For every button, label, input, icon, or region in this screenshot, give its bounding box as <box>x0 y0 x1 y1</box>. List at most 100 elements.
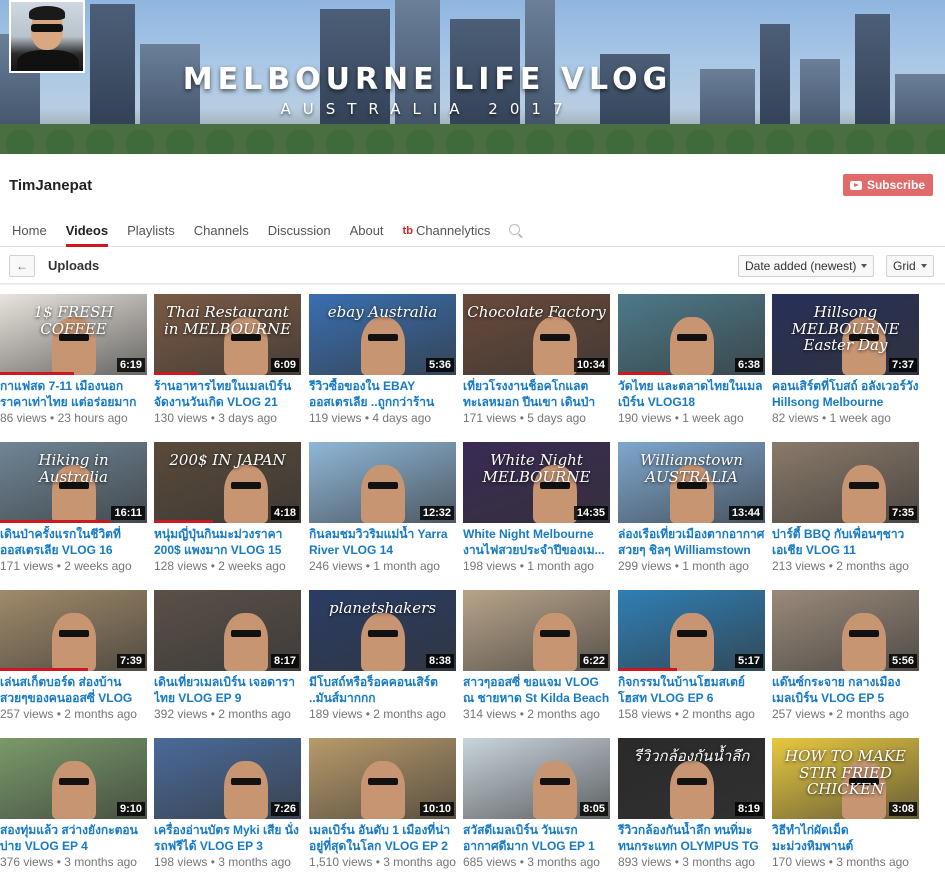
tab-playlists[interactable]: Playlists <box>127 214 175 247</box>
video-card[interactable]: 5:56 แด๊นซ์กระจาย กลางเมืองเมลเบิร์น VLOG… <box>772 590 919 722</box>
tab-channels[interactable]: Channels <box>194 214 249 247</box>
sort-dropdown[interactable]: Date added (newest) <box>738 255 875 277</box>
video-card[interactable]: Thai Restaurant in MELBOURNE 6:09 ร้านอาหา… <box>154 294 301 426</box>
tab-about[interactable]: About <box>350 214 384 247</box>
video-thumbnail[interactable]: ebay Australia 5:36 <box>309 294 456 375</box>
video-thumbnail[interactable]: Thai Restaurant in MELBOURNE 6:09 <box>154 294 301 375</box>
tab-discussion[interactable]: Discussion <box>268 214 331 247</box>
channel-search-button[interactable] <box>509 214 521 247</box>
video-thumbnail[interactable]: Williamstown AUSTRALIA 13:44 <box>618 442 765 523</box>
video-card[interactable]: 6:38 วัดไทย และตลาดไทยในเมลเบิร์น VLOG18 1… <box>618 294 765 426</box>
video-thumbnail[interactable]: 9:10 <box>0 738 147 819</box>
video-thumbnail[interactable]: 5:56 <box>772 590 919 671</box>
video-card[interactable]: 9:10 สองทุ่มแล้ว สว่างยังกะตอนบ่าย VLOG E… <box>0 738 147 870</box>
video-title-link[interactable]: เล่นสเก็ตบอร์ด ส่องบ้านสวยๆของคนออสซี่ V… <box>0 674 147 706</box>
video-thumbnail[interactable]: White Night MELBOURNE 14:35 <box>463 442 610 523</box>
video-title-link[interactable]: กินลมชมวิวริมแม่น้ำ Yarra River VLOG 14 <box>309 526 456 558</box>
video-thumbnail[interactable]: รีวิวกล้องกันน้ำลึก 8:19 <box>618 738 765 819</box>
video-title-link[interactable]: รีวิวซื้อของใน EBAY ออสเตรเลีย ..ถูกกว่า… <box>309 378 456 410</box>
video-title-link[interactable]: กิจกรรมในบ้านโฮมสเตย์ โฮสท VLOG EP 6 <box>618 674 765 706</box>
video-title-link[interactable]: White Night Melbourne งานไฟสวยประจำปีของ… <box>463 526 610 558</box>
video-title-link[interactable]: คอนเสิร์ตที่โบสถ์ อลังเวอร์วัง Hillsong … <box>772 378 919 410</box>
meta-separator: • <box>207 559 219 573</box>
upload-age: 2 months ago <box>527 707 600 721</box>
video-card[interactable]: 7:35 ปาร์ตี้ BBQ กับเพื่อนๆชาวเอเชีย VLOG… <box>772 442 919 574</box>
video-thumbnail[interactable]: 8:17 <box>154 590 301 671</box>
thumbnail-person <box>533 761 577 819</box>
view-count: 171 views <box>0 559 54 573</box>
upload-age: 3 months ago <box>64 855 137 869</box>
thumbnail-person <box>842 613 886 671</box>
video-title-link[interactable]: เดินเที่ยวเมลเบิร์น เจอดาราไทย VLOG EP 9 <box>154 674 301 706</box>
video-card[interactable]: 12:32 กินลมชมวิวริมแม่น้ำ Yarra River VLO… <box>309 442 456 574</box>
video-card[interactable]: Hiking in Australia 16:11 เดินป่าครั้งแรกใ… <box>0 442 147 574</box>
video-title-link[interactable]: วัดไทย และตลาดไทยในเมลเบิร์น VLOG18 <box>618 378 765 410</box>
video-card[interactable]: 200$ IN JAPAN 4:18 หนุ่มญี่ปุ่นกินมะม่วงรา… <box>154 442 301 574</box>
video-card[interactable]: 7:39 เล่นสเก็ตบอร์ด ส่องบ้านสวยๆของคนออสซ… <box>0 590 147 722</box>
view-label: Grid <box>893 259 916 273</box>
video-title-link[interactable]: สวัสดีเมลเบิร์น วันแรกอากาศดีมาก VLOG EP… <box>463 822 610 854</box>
video-thumbnail[interactable]: Hiking in Australia 16:11 <box>0 442 147 523</box>
video-title-link[interactable]: รีวิวกล้องกันน้ำลึก ทนทิ่มะทนกระแทก OLYM… <box>618 822 765 854</box>
video-thumbnail[interactable]: 7:35 <box>772 442 919 523</box>
back-button[interactable]: ← <box>9 255 35 277</box>
video-card[interactable]: Williamstown AUSTRALIA 13:44 ล่องเรือเที่ย… <box>618 442 765 574</box>
video-card[interactable]: Chocolate Factory 10:34 เที่ยวโรงงานช็อคโก… <box>463 294 610 426</box>
video-thumbnail[interactable]: 10:10 <box>309 738 456 819</box>
video-title-link[interactable]: เครื่องอ่านบัตร Myki เสีย นั่งรถฟรีได้ V… <box>154 822 301 854</box>
video-card[interactable]: 10:10 เมลเบิร์น อันดับ 1 เมืองที่น่าอยู่ท… <box>309 738 456 870</box>
thumbnail-sunglasses <box>849 482 879 489</box>
tab-home[interactable]: Home <box>12 214 47 247</box>
meta-separator: • <box>671 411 683 425</box>
video-thumbnail[interactable]: 6:38 <box>618 294 765 375</box>
video-thumbnail[interactable]: 7:39 <box>0 590 147 671</box>
video-title-link[interactable]: วิธีทำไก่ผัดเม็ดมะม่วงหิมพานต์ <box>772 822 919 854</box>
video-card[interactable]: 5:17 กิจกรรมในบ้านโฮมสเตย์ โฮสท VLOG EP 6… <box>618 590 765 722</box>
video-title-link[interactable]: เมลเบิร์น อันดับ 1 เมืองที่น่าอยู่ที่สุด… <box>309 822 456 854</box>
video-card[interactable]: White Night MELBOURNE 14:35 White Night Me… <box>463 442 610 574</box>
video-title-link[interactable]: หนุ่มญี่ปุ่นกินมะม่วงราคา 200$ แพงมาก VL… <box>154 526 301 558</box>
thumbnail-person <box>670 317 714 375</box>
video-title-link[interactable]: เที่ยวโรงงานช็อคโกแลต ทะเลหมอก ปีนเขา เด… <box>463 378 610 410</box>
video-title-link[interactable]: ร้านอาหารไทยในเมลเบิร์น จัดงานวันเกิด VL… <box>154 378 301 410</box>
video-card[interactable]: รีวิวกล้องกันน้ำลึก 8:19 รีวิวกล้องกันน้ำล… <box>618 738 765 870</box>
view-dropdown[interactable]: Grid <box>886 255 934 277</box>
video-card[interactable]: 8:05 สวัสดีเมลเบิร์น วันแรกอากาศดีมาก VLO… <box>463 738 610 870</box>
video-card[interactable]: ebay Australia 5:36 รีวิวซื้อของใน EBAY ออ… <box>309 294 456 426</box>
video-meta: 314 views • 2 months ago <box>463 706 610 722</box>
video-thumbnail[interactable]: 6:22 <box>463 590 610 671</box>
video-card[interactable]: 7:26 เครื่องอ่านบัตร Myki เสีย นั่งรถฟรีไ… <box>154 738 301 870</box>
tab-videos[interactable]: Videos <box>65 214 109 247</box>
video-title-link[interactable]: กาแฟสด 7-11 เมืองนอก ราคาเท่าไทย แต่อร่อ… <box>0 378 147 410</box>
video-title-link[interactable]: แด๊นซ์กระจาย กลางเมืองเมลเบิร์น VLOG EP … <box>772 674 919 706</box>
video-thumbnail[interactable]: Chocolate Factory 10:34 <box>463 294 610 375</box>
video-thumbnail[interactable]: 12:32 <box>309 442 456 523</box>
video-card[interactable]: 6:22 สาวๆออสซี่ ขอแจม VLOG ณ ชายหาด St Ki… <box>463 590 610 722</box>
video-thumbnail[interactable]: HOW TO MAKE STIR FRIED CHICKEN 3:08 <box>772 738 919 819</box>
video-thumbnail[interactable]: planetshakers 8:38 <box>309 590 456 671</box>
video-card[interactable]: HOW TO MAKE STIR FRIED CHICKEN 3:08 วิธีทำ… <box>772 738 919 870</box>
video-title-link[interactable]: สาวๆออสซี่ ขอแจม VLOG ณ ชายหาด St Kilda … <box>463 674 610 706</box>
thumbnail-person <box>533 613 577 671</box>
video-card[interactable]: planetshakers 8:38 มีโบสถ์หรือร็อคคอนเสิร์… <box>309 590 456 722</box>
video-duration: 10:10 <box>419 802 454 816</box>
video-thumbnail[interactable]: 7:26 <box>154 738 301 819</box>
video-title-link[interactable]: สองทุ่มแล้ว สว่างยังกะตอนบ่าย VLOG EP 4 <box>0 822 147 854</box>
video-title-link[interactable]: เดินป่าครั้งแรกในชีวิตที่ออสเตรเลีย VLOG… <box>0 526 147 558</box>
video-thumbnail[interactable]: Hillsong MELBOURNE Easter Day 7:37 <box>772 294 919 375</box>
video-thumbnail[interactable]: 200$ IN JAPAN 4:18 <box>154 442 301 523</box>
video-title-link[interactable]: ปาร์ตี้ BBQ กับเพื่อนๆชาวเอเชีย VLOG 11 <box>772 526 919 558</box>
channel-name[interactable]: TimJanepat <box>9 177 92 194</box>
video-thumbnail[interactable]: 1$ FRESH COFFEE 6:19 <box>0 294 147 375</box>
tab-channelytics[interactable]: tb Channelytics <box>403 214 491 247</box>
video-title-link[interactable]: ล่องเรือเที่ยวเมืองตากอากาศสวยๆ ชิลๆ Wil… <box>618 526 765 558</box>
video-card[interactable]: Hillsong MELBOURNE Easter Day 7:37 คอนเสิร… <box>772 294 919 426</box>
subscribe-button[interactable]: Subscribe <box>842 174 933 196</box>
video-card[interactable]: 1$ FRESH COFFEE 6:19 กาแฟสด 7-11 เมืองนอก … <box>0 294 147 426</box>
channel-avatar[interactable] <box>9 0 85 73</box>
video-card[interactable]: 8:17 เดินเที่ยวเมลเบิร์น เจอดาราไทย VLOG … <box>154 590 301 722</box>
video-thumbnail[interactable]: 8:05 <box>463 738 610 819</box>
tab-label: Playlists <box>127 223 175 238</box>
video-title-link[interactable]: มีโบสถ์หรือร็อคคอนเสิร์ต ..มันส์มากกก <box>309 674 456 706</box>
video-thumbnail[interactable]: 5:17 <box>618 590 765 671</box>
